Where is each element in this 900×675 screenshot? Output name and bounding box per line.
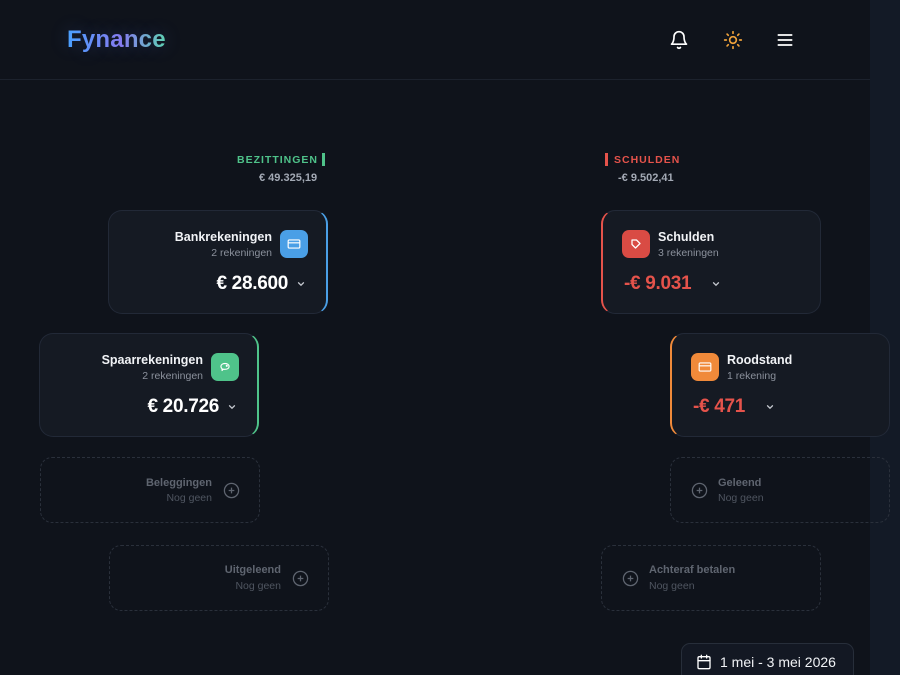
plus-circle-icon — [691, 482, 708, 499]
notifications-button[interactable] — [667, 28, 691, 52]
assets-accent-bar — [322, 153, 325, 166]
plus-circle-icon — [223, 482, 240, 499]
add-uitgeleend-button[interactable]: Uitgeleend Nog geen — [109, 545, 329, 611]
menu-button[interactable] — [773, 28, 797, 52]
plus-circle-icon — [292, 570, 309, 587]
top-header: Fynance — [0, 0, 870, 80]
app-logo[interactable]: Fynance — [67, 26, 166, 54]
empty-title: Beleggingen — [145, 477, 212, 489]
chevron-down-icon[interactable] — [227, 402, 237, 412]
card-title: Bankrekeningen — [174, 230, 272, 244]
card-subtitle: 1 rekening — [727, 370, 777, 382]
add-achteraf-betalen-button[interactable]: Achteraf betalen Nog geen — [601, 545, 821, 611]
card-amount: € 28.600 — [216, 273, 288, 294]
date-range-picker[interactable]: 1 mei - 3 mei 2026 — [681, 643, 854, 675]
card-subtitle: 2 rekeningen — [142, 370, 203, 382]
empty-subtitle: Nog geen — [718, 492, 764, 504]
menu-icon — [777, 34, 793, 46]
card-amount: -€ 471 — [693, 396, 746, 417]
debts-title: SCHULDEN — [614, 154, 681, 166]
schulden-card[interactable]: Schulden 3 rekeningen -€ 9.031 — [601, 210, 821, 314]
chevron-down-icon[interactable] — [765, 402, 775, 412]
add-beleggingen-button[interactable]: Beleggingen Nog geen — [40, 457, 260, 523]
debts-accent-bar — [605, 153, 608, 166]
chevron-down-icon[interactable] — [711, 279, 721, 289]
empty-title: Geleend — [718, 477, 762, 489]
card-subtitle: 3 rekeningen — [658, 247, 719, 259]
assets-total: € 49.325,19 — [259, 172, 318, 184]
piggy-bank-icon — [220, 362, 230, 372]
card-badge — [622, 230, 650, 258]
bankrekeningen-card[interactable]: Bankrekeningen 2 rekeningen € 28.600 — [108, 210, 328, 314]
card-title: Schulden — [658, 230, 715, 244]
chevron-down-icon[interactable] — [296, 279, 306, 289]
card-title: Roodstand — [727, 353, 793, 367]
card-subtitle: 2 rekeningen — [211, 247, 272, 259]
add-geleend-button[interactable]: Geleend Nog geen — [670, 457, 890, 523]
card-badge — [211, 353, 239, 381]
sun-icon — [723, 30, 743, 50]
card-amount: € 20.726 — [147, 396, 219, 417]
debts-total: -€ 9.502,41 — [618, 172, 674, 184]
card-badge — [691, 353, 719, 381]
spaarrekeningen-card[interactable]: Spaarrekeningen 2 rekeningen € 20.726 — [39, 333, 259, 437]
plus-circle-icon — [622, 570, 639, 587]
empty-subtitle: Nog geen — [166, 492, 212, 504]
theme-toggle-button[interactable] — [721, 28, 745, 52]
card-icon — [287, 239, 301, 249]
card-amount: -€ 9.031 — [624, 273, 692, 294]
roodstand-card[interactable]: Roodstand 1 rekening -€ 471 — [670, 333, 890, 437]
empty-title: Uitgeleend — [224, 564, 281, 576]
card-badge — [280, 230, 308, 258]
tag-icon — [631, 239, 641, 249]
card-icon — [698, 362, 712, 372]
assets-title: BEZITTINGEN — [237, 154, 318, 166]
card-title: Spaarrekeningen — [101, 353, 203, 367]
empty-subtitle: Nog geen — [649, 580, 695, 592]
bell-icon — [670, 30, 688, 50]
date-range-label: 1 mei - 3 mei 2026 — [720, 654, 836, 670]
calendar-icon — [697, 654, 711, 670]
empty-subtitle: Nog geen — [235, 580, 281, 592]
empty-title: Achteraf betalen — [649, 564, 736, 576]
